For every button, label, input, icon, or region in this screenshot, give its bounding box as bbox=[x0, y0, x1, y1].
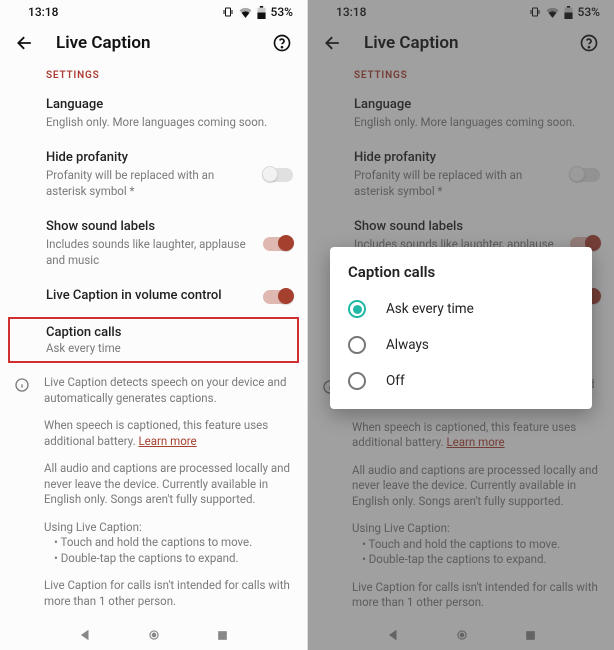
row-profanity[interactable]: Hide profanity Profanity will be replace… bbox=[0, 140, 307, 209]
profanity-sub: Profanity will be replaced with an aster… bbox=[46, 168, 253, 199]
profanity-toggle[interactable] bbox=[263, 168, 293, 182]
language-sub: English only. More languages coming soon… bbox=[46, 115, 293, 131]
help-icon bbox=[272, 33, 292, 53]
dialog-option-always[interactable]: Always bbox=[330, 327, 592, 363]
soundlabels-sub: Includes sounds like laughter, applause … bbox=[46, 237, 253, 268]
dialog-option-off[interactable]: Off bbox=[330, 363, 592, 399]
phone-left: 13:18 53% Live Caption SETTINGS Language… bbox=[0, 0, 307, 650]
status-time: 13:18 bbox=[28, 5, 58, 19]
nav-recent-icon[interactable] bbox=[216, 629, 229, 642]
captioncalls-sub: Ask every time bbox=[46, 341, 289, 355]
row-language[interactable]: Language English only. More languages co… bbox=[0, 87, 307, 140]
info-p1: Live Caption detects speech on your devi… bbox=[44, 375, 293, 406]
soundlabels-toggle[interactable] bbox=[263, 237, 293, 251]
back-button[interactable] bbox=[14, 32, 36, 54]
header: Live Caption bbox=[0, 22, 307, 66]
info-p5: Live Caption for calls isn't intended fo… bbox=[44, 578, 293, 609]
learn-more-link[interactable]: Learn more bbox=[138, 434, 196, 448]
battery-icon bbox=[257, 6, 266, 19]
profanity-title: Hide profanity bbox=[46, 150, 253, 167]
dialog-option-ask[interactable]: Ask every time bbox=[330, 291, 592, 327]
back-arrow-icon bbox=[15, 33, 35, 53]
nav-home-icon[interactable] bbox=[147, 628, 161, 642]
page-title: Live Caption bbox=[56, 33, 251, 53]
info-p2: When speech is captioned, this feature u… bbox=[44, 418, 293, 449]
help-button[interactable] bbox=[271, 32, 293, 54]
radio-icon bbox=[348, 336, 366, 354]
captioncalls-title: Caption calls bbox=[46, 325, 289, 340]
wifi-icon bbox=[239, 7, 252, 18]
volumectrl-toggle[interactable] bbox=[263, 290, 293, 304]
info-block: Live Caption detects speech on your devi… bbox=[0, 367, 307, 620]
info-p4: Using Live Caption: Touch and hold the c… bbox=[44, 520, 293, 567]
row-captioncalls[interactable]: Caption calls Ask every time bbox=[8, 317, 299, 363]
vibrate-icon bbox=[222, 6, 234, 18]
battery-pct: 53% bbox=[271, 5, 293, 19]
status-icons: 53% bbox=[222, 5, 293, 19]
row-volumectrl[interactable]: Live Caption in volume control bbox=[0, 278, 307, 315]
info-icon bbox=[14, 377, 30, 393]
nav-back-icon[interactable] bbox=[78, 628, 92, 642]
nav-bar bbox=[0, 620, 307, 650]
content: SETTINGS Language English only. More lan… bbox=[0, 66, 307, 620]
radio-icon bbox=[348, 300, 366, 318]
info-p3: All audio and captions are processed loc… bbox=[44, 461, 293, 508]
status-bar: 13:18 53% bbox=[0, 0, 307, 22]
section-label: SETTINGS bbox=[0, 66, 307, 87]
caption-calls-dialog: Caption calls Ask every time Always Off bbox=[330, 247, 592, 409]
radio-icon bbox=[348, 372, 366, 390]
volumectrl-title: Live Caption in volume control bbox=[46, 288, 253, 305]
dialog-title: Caption calls bbox=[330, 263, 592, 291]
soundlabels-title: Show sound labels bbox=[46, 219, 253, 236]
row-soundlabels[interactable]: Show sound labels Includes sounds like l… bbox=[0, 209, 307, 278]
phone-right: 13:18 53% Live Caption SETTINGS Language… bbox=[307, 0, 614, 650]
language-title: Language bbox=[46, 97, 293, 114]
